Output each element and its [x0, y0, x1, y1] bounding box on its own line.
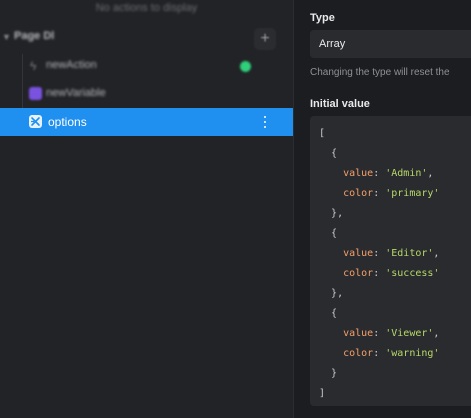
type-select[interactable]: Array — [310, 30, 471, 58]
code-content: [ { value: 'Admin', color: 'primary' }, … — [319, 128, 440, 399]
item-label: newAction — [46, 59, 97, 71]
page-group-header[interactable]: ▼ Page Dl + — [0, 28, 293, 50]
type-label: Type — [310, 12, 335, 24]
chevron-down-icon[interactable]: ▼ — [2, 32, 11, 42]
variable-icon — [29, 87, 42, 100]
variable-settings-panel: Type Array Changing the type will reset … — [294, 0, 471, 418]
actions-panel: No actions to display ▼ Page Dl + ϟ newA… — [0, 0, 293, 418]
item-label: options — [48, 115, 87, 129]
empty-actions-message: No actions to display — [95, 2, 198, 14]
type-select-value: Array — [319, 38, 346, 50]
list-item-new-action[interactable]: ϟ newAction — [0, 53, 293, 79]
type-change-hint: Changing the type will reset the — [310, 67, 450, 78]
lightning-icon: ϟ — [30, 59, 37, 73]
list-item-new-variable[interactable]: newVariable — [0, 81, 293, 107]
add-item-button[interactable]: + — [254, 28, 276, 50]
initial-value-editor[interactable]: [ { value: 'Admin', color: 'primary' }, … — [310, 116, 471, 406]
page-group-label: Page Dl — [14, 30, 55, 42]
initial-value-label: Initial value — [310, 98, 370, 110]
item-label: newVariable — [46, 87, 106, 99]
list-item-options[interactable]: options — [0, 108, 293, 136]
more-options-icon[interactable] — [259, 114, 271, 130]
variable-icon — [29, 115, 42, 128]
status-dot — [240, 61, 251, 72]
